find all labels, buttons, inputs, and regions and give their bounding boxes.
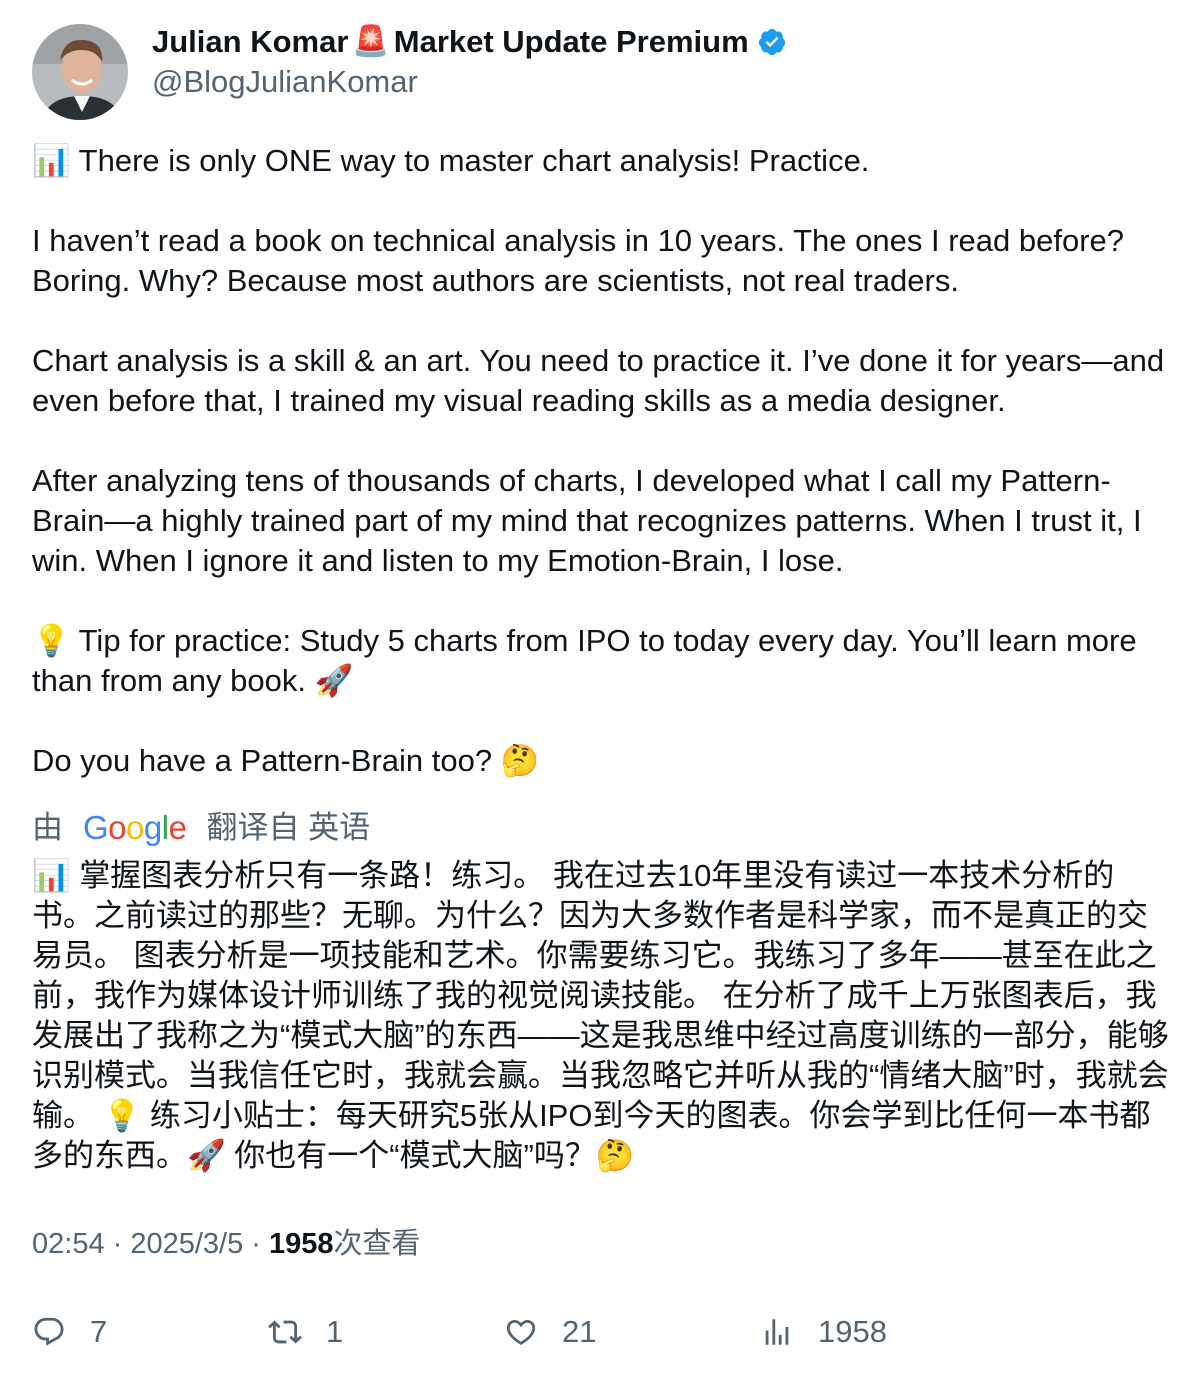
repost-icon (268, 1320, 302, 1344)
avatar[interactable] (32, 24, 128, 120)
google-logo-letter: g (143, 809, 162, 846)
like-button[interactable]: 21 (504, 1308, 596, 1356)
post-time[interactable]: 02:54 (32, 1228, 105, 1260)
reply-count: 7 (90, 1314, 108, 1349)
display-name[interactable]: Julian Komar 🚨 Market Update Premium (152, 24, 787, 60)
translation-prefix: 由 (32, 810, 63, 845)
meta-separator: · (243, 1228, 270, 1260)
post-paragraph: 💡 Tip for practice: Study 5 charts from … (32, 623, 1137, 698)
translation-attribution: 由 Google 翻译自 英语 (32, 808, 370, 848)
google-logo-letter: G (83, 809, 109, 846)
views-icon (765, 1319, 789, 1345)
post-header: Julian Komar 🚨 Market Update Premium @Bl… (32, 24, 787, 120)
post-meta: 02:54 · 2025/3/5 · 1958次查看 (32, 1224, 421, 1264)
google-logo-letter: o (108, 809, 127, 846)
repost-button[interactable]: 1 (268, 1308, 343, 1356)
translation-suffix: 翻译自 英语 (206, 810, 371, 845)
post-paragraph: 📊 There is only ONE way to master chart … (32, 143, 870, 178)
verified-badge-icon (758, 28, 785, 56)
post-paragraph: After analyzing tens of thousands of cha… (32, 463, 1142, 578)
post-paragraph: I haven’t read a book on technical analy… (32, 223, 1125, 298)
meta-separator: · (104, 1228, 131, 1260)
reply-icon (34, 1317, 64, 1346)
views-button[interactable]: 1958 (760, 1308, 887, 1356)
post-date[interactable]: 2025/3/5 (130, 1228, 243, 1260)
like-icon (506, 1319, 536, 1345)
views-action-count: 1958 (818, 1314, 887, 1349)
translated-text: 📊 掌握图表分析只有一条路！练习。 我在过去10年里没有读过一本技术分析的书。之… (32, 858, 1169, 1173)
like-count: 21 (562, 1314, 597, 1349)
post-paragraph: Chart analysis is a skill & an art. You … (32, 343, 1165, 418)
google-logo-letter: l (161, 809, 169, 846)
action-bar: 7 1 21 1958 (32, 1308, 1172, 1356)
name-part-2: Market Update Premium (393, 24, 749, 59)
views-label: 次查看 (333, 1228, 421, 1260)
views-count: 1958 (269, 1228, 334, 1260)
user-handle[interactable]: @BlogJulianKomar (152, 64, 787, 100)
repost-count: 1 (326, 1314, 344, 1349)
name-part-1: Julian Komar (152, 24, 349, 59)
post-text: 📊 There is only ONE way to master chart … (32, 141, 1172, 781)
google-logo-letter: o (126, 809, 144, 846)
siren-emoji: 🚨 (352, 25, 390, 58)
google-logo[interactable]: Google (83, 808, 187, 848)
google-logo-letter: e (168, 809, 187, 846)
reply-button[interactable]: 7 (32, 1308, 107, 1356)
post-paragraph: Do you have a Pattern-Brain too? 🤔 (32, 743, 540, 778)
